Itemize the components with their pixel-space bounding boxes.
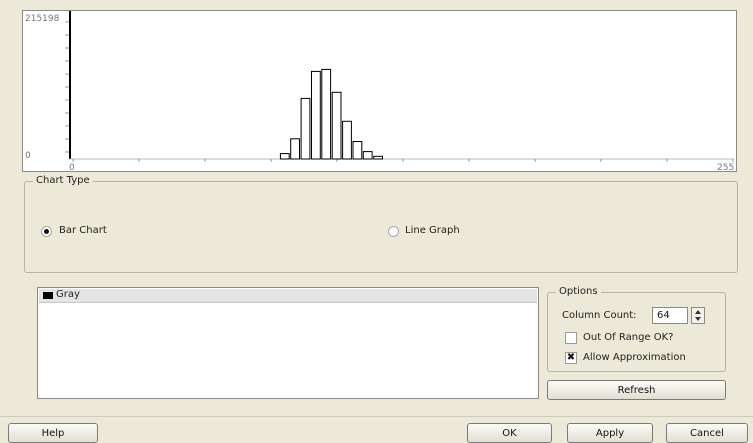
allow-approximation-checkbox[interactable]: ✖ bbox=[565, 352, 577, 364]
y-max-label: 215198 bbox=[25, 14, 60, 24]
histogram-bar bbox=[342, 120, 352, 160]
allow-approximation-label[interactable]: Allow Approximation bbox=[583, 352, 686, 364]
column-count-label: Column Count: bbox=[562, 310, 637, 321]
histogram-bar bbox=[362, 151, 373, 160]
y-min-label: 0 bbox=[25, 151, 31, 161]
spinner-up-icon[interactable] bbox=[695, 310, 701, 314]
histogram-bar bbox=[321, 68, 332, 160]
chart-type-title: Chart Type bbox=[33, 175, 93, 187]
histogram-bar bbox=[300, 97, 311, 160]
apply-button[interactable]: Apply bbox=[567, 423, 653, 443]
x-max-label: 255 bbox=[717, 163, 734, 172]
histogram-bar bbox=[279, 153, 290, 160]
histogram-bar bbox=[311, 70, 321, 160]
spinner-down-icon[interactable] bbox=[695, 317, 701, 321]
radio-selected-dot bbox=[44, 229, 49, 234]
histogram-bar bbox=[290, 138, 301, 160]
histogram-svg: 215198 0 0 255 bbox=[25, 11, 734, 172]
chart-type-group: Chart Type bbox=[24, 175, 738, 273]
histogram-bar bbox=[373, 155, 384, 160]
x-min-label: 0 bbox=[69, 163, 75, 172]
refresh-button[interactable]: Refresh bbox=[547, 380, 726, 400]
help-button[interactable]: Help bbox=[8, 423, 98, 443]
column-count-spinner[interactable] bbox=[691, 307, 705, 324]
bar-chart-radio[interactable] bbox=[41, 226, 52, 237]
series-list[interactable]: Gray bbox=[37, 287, 539, 399]
histogram-bar bbox=[352, 141, 363, 160]
bottom-separator bbox=[0, 416, 753, 417]
column-count-input[interactable] bbox=[652, 307, 688, 324]
out-of-range-checkbox[interactable] bbox=[565, 332, 577, 344]
bar-chart-label[interactable]: Bar Chart bbox=[59, 225, 107, 237]
series-item-gray[interactable]: Gray bbox=[39, 289, 537, 303]
line-graph-label[interactable]: Line Graph bbox=[405, 225, 460, 237]
check-mark-icon: ✖ bbox=[566, 352, 576, 363]
series-item-label: Gray bbox=[56, 289, 80, 300]
out-of-range-label[interactable]: Out Of Range OK? bbox=[583, 332, 674, 344]
ok-button[interactable]: OK bbox=[467, 423, 552, 443]
histogram-chart: 215198 0 0 255 bbox=[22, 10, 737, 172]
options-title: Options bbox=[556, 286, 601, 298]
histogram-bar bbox=[331, 91, 342, 160]
line-graph-radio[interactable] bbox=[388, 226, 399, 237]
cancel-button[interactable]: Cancel bbox=[666, 423, 748, 443]
series-color-swatch bbox=[43, 292, 53, 299]
